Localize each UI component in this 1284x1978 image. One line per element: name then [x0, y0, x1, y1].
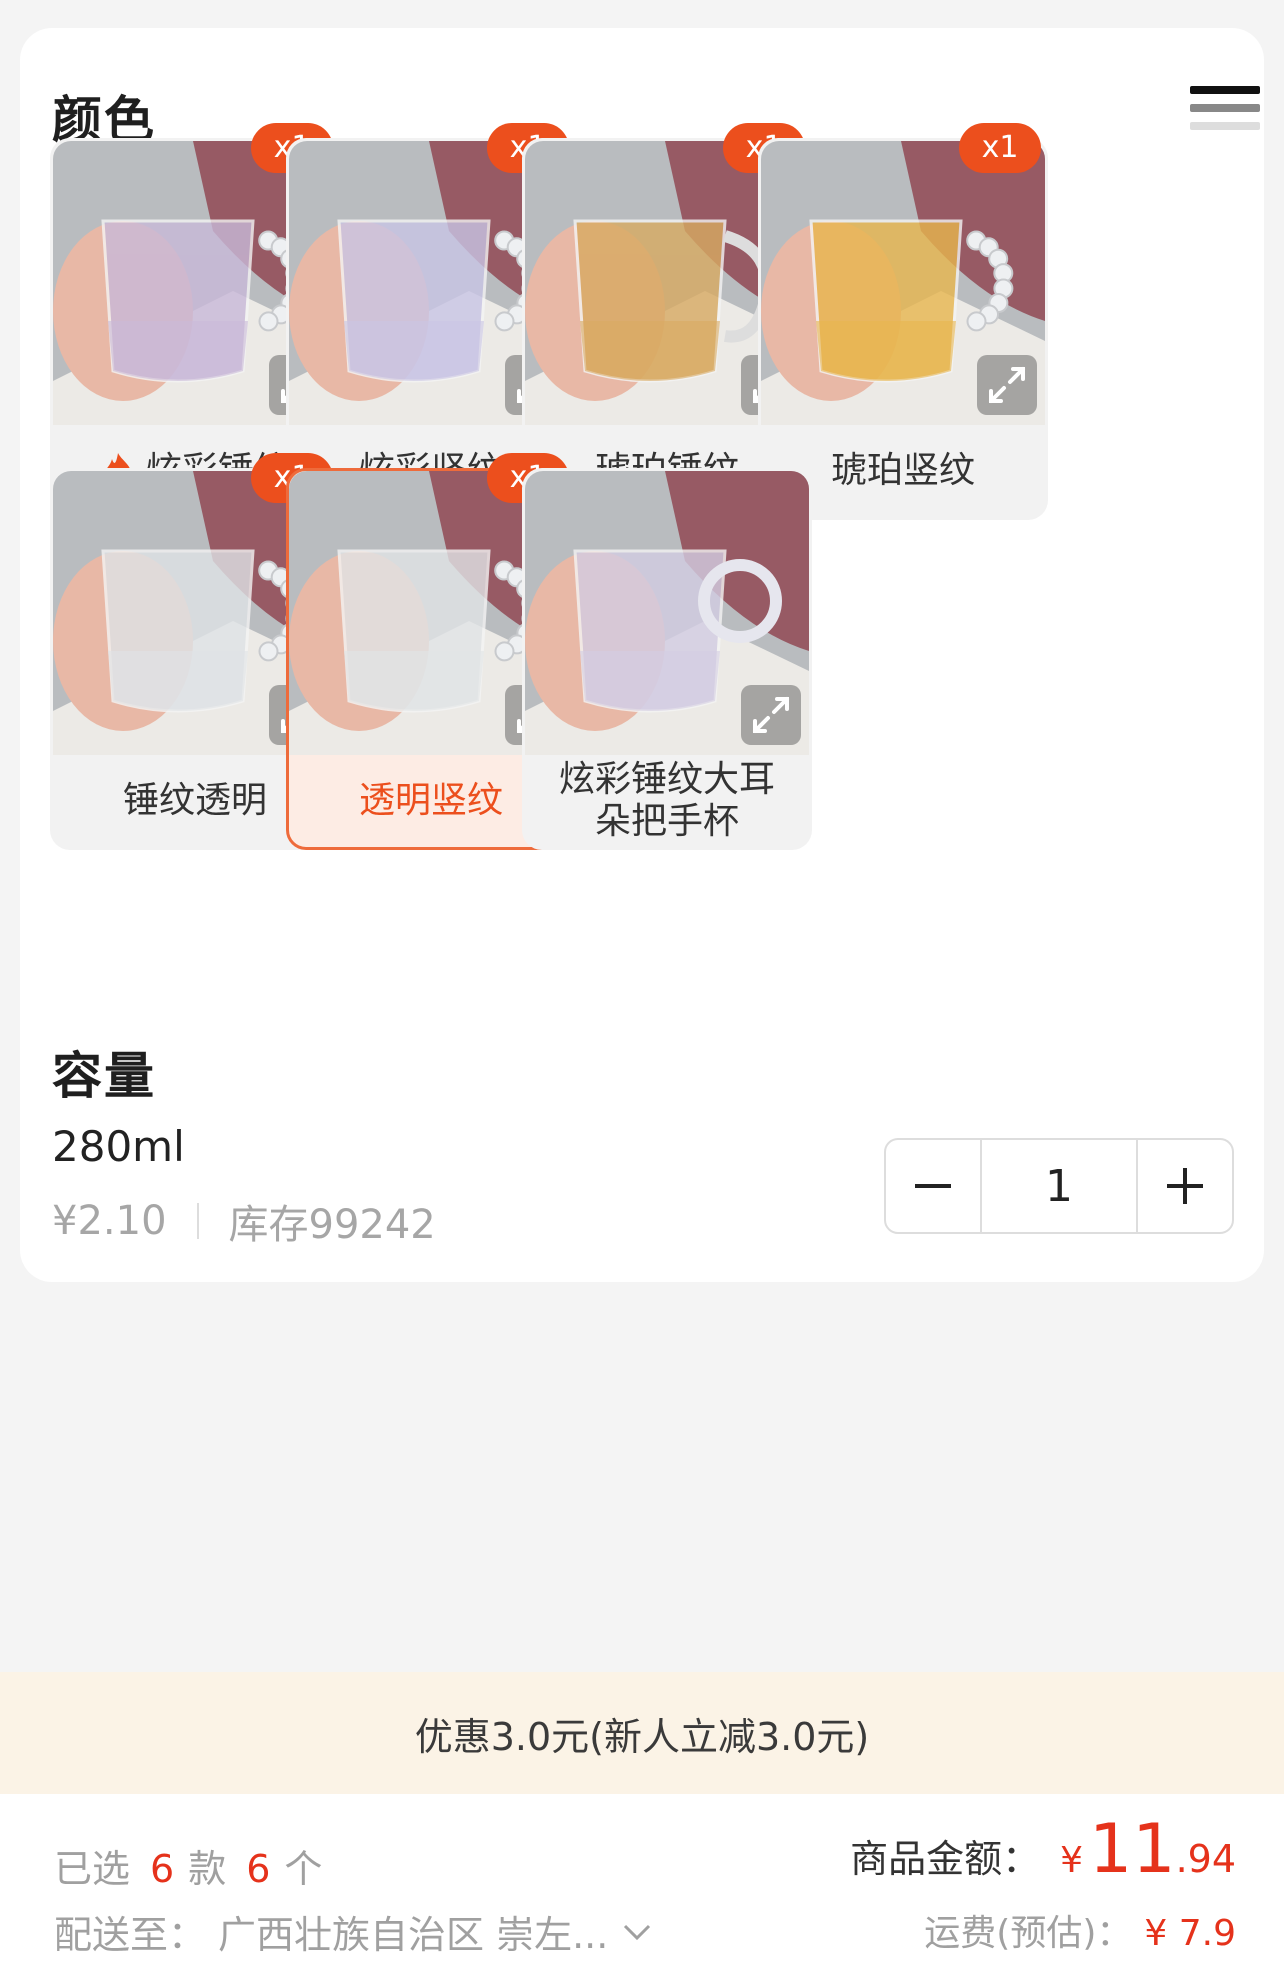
selected-summary: 已选 6 款 6 个 — [54, 1838, 322, 1893]
selected-prefix: 已选 — [54, 1847, 131, 1891]
selected-item-count: 6 — [246, 1847, 271, 1891]
goods-amount: 商品金额： ¥ 11 .94 — [850, 1810, 1236, 1889]
variant-label-text: 琥珀竖纹 — [830, 450, 975, 491]
color-variant-option[interactable]: 炫彩锤纹大耳朵把手杯 — [522, 468, 812, 850]
amount-integer: 11 — [1089, 1810, 1176, 1889]
capacity-option-meta: ¥2.10 库存99242 — [52, 1192, 436, 1250]
kinds-unit: 款 — [188, 1847, 227, 1891]
sku-selector-card: 颜色 x1炫彩锤纹x1炫彩竖纹x1琥珀锤纹x1琥珀竖纹x1锤纹透明x1透明竖纹炫… — [20, 28, 1264, 1282]
decrease-button[interactable] — [886, 1140, 980, 1232]
quantity-stepper: 1 — [884, 1138, 1234, 1234]
ship-address: 广西壮族自治区 崇左... — [218, 1913, 609, 1957]
shipping-address-selector[interactable]: 配送至： 广西壮族自治区 崇左... — [54, 1904, 652, 1959]
expand-icon[interactable] — [977, 355, 1037, 415]
plus-icon — [1167, 1168, 1203, 1204]
increase-button[interactable] — [1138, 1140, 1232, 1232]
order-footer: 已选 6 款 6 个 配送至： 广西壮族自治区 崇左... 商品金额： ¥ 11 .94… — [0, 1794, 1284, 1978]
freight-label: 运费(预估)： — [924, 1913, 1133, 1954]
amount-decimal: .94 — [1175, 1837, 1236, 1881]
freight-value: ¥ 7.9 — [1144, 1913, 1236, 1954]
amount-currency: ¥ — [1060, 1840, 1084, 1881]
capacity-section-title: 容量 — [52, 1047, 156, 1105]
capacity-stock: 库存99242 — [228, 1202, 436, 1248]
promo-banner: 优惠3.0元(新人立减3.0元) — [0, 1672, 1284, 1794]
divider — [196, 1203, 199, 1239]
menu-icon[interactable] — [1190, 86, 1260, 156]
chevron-down-icon — [624, 1924, 651, 1940]
selected-kinds-count: 6 — [150, 1847, 175, 1891]
ship-label: 配送至： — [54, 1913, 207, 1957]
promo-text: 优惠3.0元(新人立减3.0元) — [414, 1714, 870, 1759]
color-variant-option[interactable]: x1 琥珀竖纹 — [758, 123, 1048, 520]
capacity-price: ¥2.10 — [52, 1198, 167, 1244]
count-unit: 个 — [284, 1847, 323, 1891]
quantity-badge: x1 — [959, 123, 1041, 173]
amount-label: 商品金额： — [850, 1837, 1041, 1881]
variant-label: 炫彩锤纹大耳朵把手杯 — [525, 755, 809, 847]
freight-estimate: 运费(预估)： ¥ 7.9 — [924, 1904, 1236, 1956]
capacity-option-name[interactable]: 280ml — [52, 1122, 185, 1171]
expand-icon[interactable] — [741, 685, 801, 745]
minus-icon — [915, 1184, 951, 1188]
variant-label-text: 炫彩锤纹大耳朵把手杯 — [558, 759, 775, 842]
variant-label-text: 透明竖纹 — [358, 780, 503, 821]
quantity-value[interactable]: 1 — [980, 1140, 1138, 1232]
variant-label-text: 锤纹透明 — [122, 780, 267, 821]
